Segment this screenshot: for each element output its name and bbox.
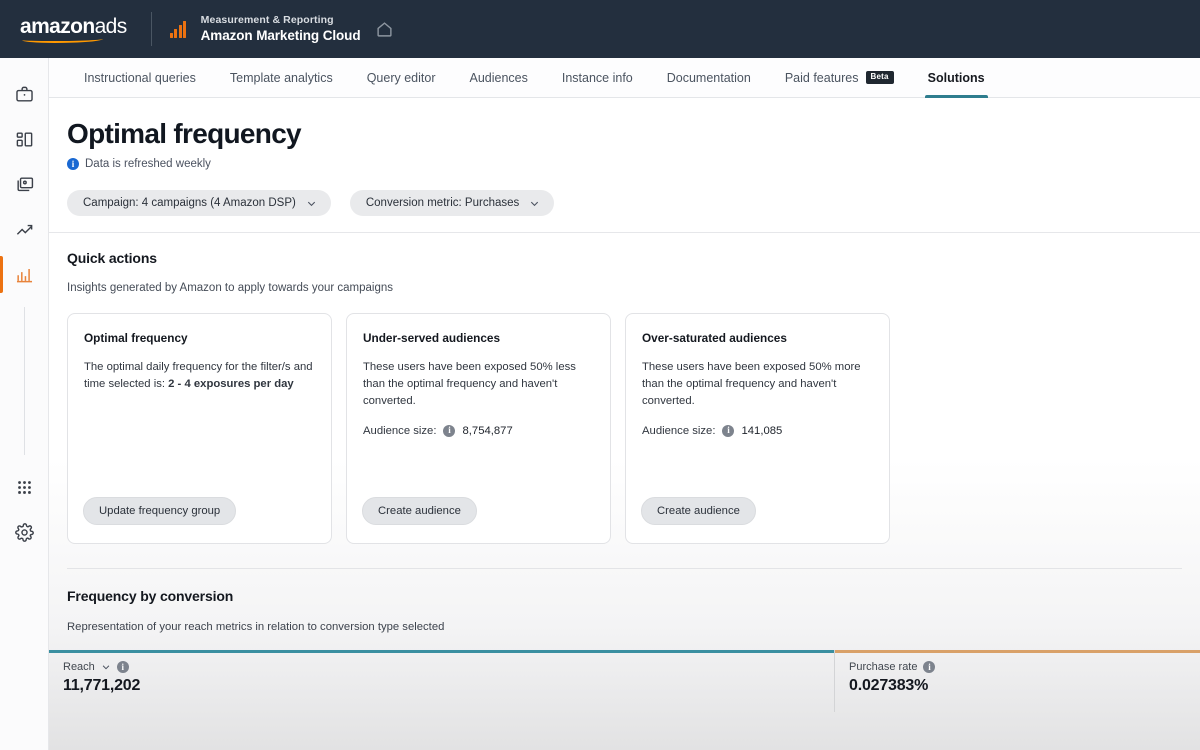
filter-bar: Campaign: 4 campaigns (4 Amazon DSP) Con… bbox=[49, 190, 1200, 233]
amc-bar-chart-icon bbox=[170, 21, 190, 38]
create-audience-button[interactable]: Create audience bbox=[641, 497, 756, 525]
chevron-down-icon bbox=[529, 198, 540, 209]
metric-value: 11,771,202 bbox=[63, 677, 834, 695]
card-description: The optimal daily frequency for the filt… bbox=[84, 359, 315, 392]
quick-actions-section: Quick actions Insights generated by Amaz… bbox=[49, 233, 1200, 633]
card-description-highlight: 2 - 4 exposures per day bbox=[168, 378, 294, 390]
metric-label-row: Purchase rate i bbox=[849, 661, 1200, 673]
tab-label: Solutions bbox=[928, 71, 985, 85]
sidebar-item-insights[interactable] bbox=[0, 207, 49, 252]
amazonads-logo[interactable]: amazonads bbox=[20, 15, 127, 44]
main-content: Instructional queries Template analytics… bbox=[49, 58, 1200, 750]
frequency-by-conversion-description: Representation of your reach metrics in … bbox=[67, 621, 1182, 633]
tab-label: Instance info bbox=[562, 71, 633, 85]
home-icon[interactable] bbox=[376, 21, 393, 38]
metric-tile-reach[interactable]: Reach i 11,771,202 bbox=[49, 650, 835, 712]
amazon-marketing-cloud-app: amazonads Measurement & Reporting Amazon… bbox=[0, 0, 1200, 750]
tab-query-editor[interactable]: Query editor bbox=[350, 58, 453, 97]
tab-instance-info[interactable]: Instance info bbox=[545, 58, 650, 97]
product-category-label: Measurement & Reporting bbox=[201, 13, 361, 27]
filter-conversion-metric[interactable]: Conversion metric: Purchases bbox=[350, 190, 554, 216]
tab-paid-features[interactable]: Paid features Beta bbox=[768, 58, 911, 97]
audience-size-row: Audience size: i 141,085 bbox=[642, 425, 873, 437]
filter-conversion-metric-label: Conversion metric: Purchases bbox=[366, 197, 519, 209]
tab-solutions[interactable]: Solutions bbox=[911, 58, 1002, 97]
card-under-served-audiences: Under-served audiences These users have … bbox=[346, 313, 611, 544]
page-title: Optimal frequency bbox=[67, 118, 1200, 149]
tab-bar: Instructional queries Template analytics… bbox=[49, 58, 1200, 98]
frequency-by-conversion-section: Frequency by conversion Representation o… bbox=[67, 568, 1182, 633]
left-nav-rail bbox=[0, 58, 49, 750]
sidebar-item-apps[interactable] bbox=[0, 465, 49, 510]
tab-label: Instructional queries bbox=[84, 71, 196, 85]
rail-bottom-group bbox=[0, 465, 49, 750]
sidebar-item-creatives[interactable] bbox=[0, 162, 49, 207]
tab-instructional-queries[interactable]: Instructional queries bbox=[67, 58, 213, 97]
create-audience-button[interactable]: Create audience bbox=[362, 497, 477, 525]
quick-action-cards: Optimal frequency The optimal daily freq… bbox=[67, 313, 1182, 544]
card-description: These users have been exposed 50% less t… bbox=[363, 359, 594, 409]
chevron-down-icon bbox=[306, 198, 317, 209]
header-divider bbox=[151, 12, 152, 46]
metric-strip: Reach i 11,771,202 Purchase rate i 0.027… bbox=[49, 650, 1200, 712]
card-optimal-frequency: Optimal frequency The optimal daily freq… bbox=[67, 313, 332, 544]
tab-label: Query editor bbox=[367, 71, 436, 85]
product-name-label: Amazon Marketing Cloud bbox=[201, 27, 361, 45]
logo-ads-text: ads bbox=[95, 15, 127, 38]
audience-size-label: Audience size: bbox=[642, 425, 715, 437]
info-icon[interactable]: i bbox=[923, 661, 935, 673]
metric-label-row: Reach i bbox=[63, 661, 834, 673]
product-title[interactable]: Measurement & Reporting Amazon Marketing… bbox=[201, 13, 361, 45]
card-description: These users have been exposed 50% more t… bbox=[642, 359, 873, 409]
top-header: amazonads Measurement & Reporting Amazon… bbox=[0, 0, 1200, 58]
info-icon[interactable]: i bbox=[722, 425, 734, 437]
card-over-saturated-audiences: Over-saturated audiences These users hav… bbox=[625, 313, 890, 544]
metric-value: 0.027383% bbox=[849, 677, 1200, 695]
page-subtitle-row: i Data is refreshed weekly bbox=[67, 158, 1200, 170]
info-icon[interactable]: i bbox=[443, 425, 455, 437]
info-icon[interactable]: i bbox=[117, 661, 129, 673]
sidebar-item-briefcase[interactable] bbox=[0, 72, 49, 117]
tab-template-analytics[interactable]: Template analytics bbox=[213, 58, 350, 97]
sidebar-item-settings[interactable] bbox=[0, 510, 49, 555]
filter-campaign[interactable]: Campaign: 4 campaigns (4 Amazon DSP) bbox=[67, 190, 331, 216]
beta-badge: Beta bbox=[866, 71, 894, 84]
card-title: Under-served audiences bbox=[363, 331, 594, 345]
filter-campaign-label: Campaign: 4 campaigns (4 Amazon DSP) bbox=[83, 197, 296, 209]
tab-label: Audiences bbox=[469, 71, 527, 85]
tab-label: Paid features bbox=[785, 71, 859, 85]
update-frequency-group-button[interactable]: Update frequency group bbox=[83, 497, 236, 525]
audience-size-value: 141,085 bbox=[741, 425, 782, 437]
metric-label: Purchase rate bbox=[849, 661, 917, 673]
sidebar-item-measurement[interactable] bbox=[0, 252, 49, 297]
quick-actions-title: Quick actions bbox=[67, 250, 1182, 266]
metric-label: Reach bbox=[63, 661, 95, 673]
amazon-smile-icon bbox=[22, 36, 103, 43]
tab-documentation[interactable]: Documentation bbox=[650, 58, 768, 97]
tab-audiences[interactable]: Audiences bbox=[452, 58, 544, 97]
sidebar-item-campaigns[interactable] bbox=[0, 117, 49, 162]
audience-size-value: 8,754,877 bbox=[462, 425, 512, 437]
tab-label: Template analytics bbox=[230, 71, 333, 85]
page-header: Optimal frequency i Data is refreshed we… bbox=[49, 98, 1200, 170]
chevron-down-icon[interactable] bbox=[101, 662, 111, 672]
card-title: Over-saturated audiences bbox=[642, 331, 873, 345]
logo-amazon-text: amazon bbox=[20, 15, 95, 38]
frequency-by-conversion-title: Frequency by conversion bbox=[67, 588, 1182, 604]
rail-divider bbox=[24, 307, 25, 455]
page-subtitle: Data is refreshed weekly bbox=[85, 158, 211, 170]
audience-size-label: Audience size: bbox=[363, 425, 436, 437]
quick-actions-description: Insights generated by Amazon to apply to… bbox=[67, 282, 1182, 294]
card-title: Optimal frequency bbox=[84, 331, 315, 345]
metric-tile-purchase-rate[interactable]: Purchase rate i 0.027383% bbox=[835, 650, 1200, 712]
info-icon[interactable]: i bbox=[67, 158, 79, 170]
body-wrapper: Instructional queries Template analytics… bbox=[0, 58, 1200, 750]
tab-label: Documentation bbox=[667, 71, 751, 85]
audience-size-row: Audience size: i 8,754,877 bbox=[363, 425, 594, 437]
